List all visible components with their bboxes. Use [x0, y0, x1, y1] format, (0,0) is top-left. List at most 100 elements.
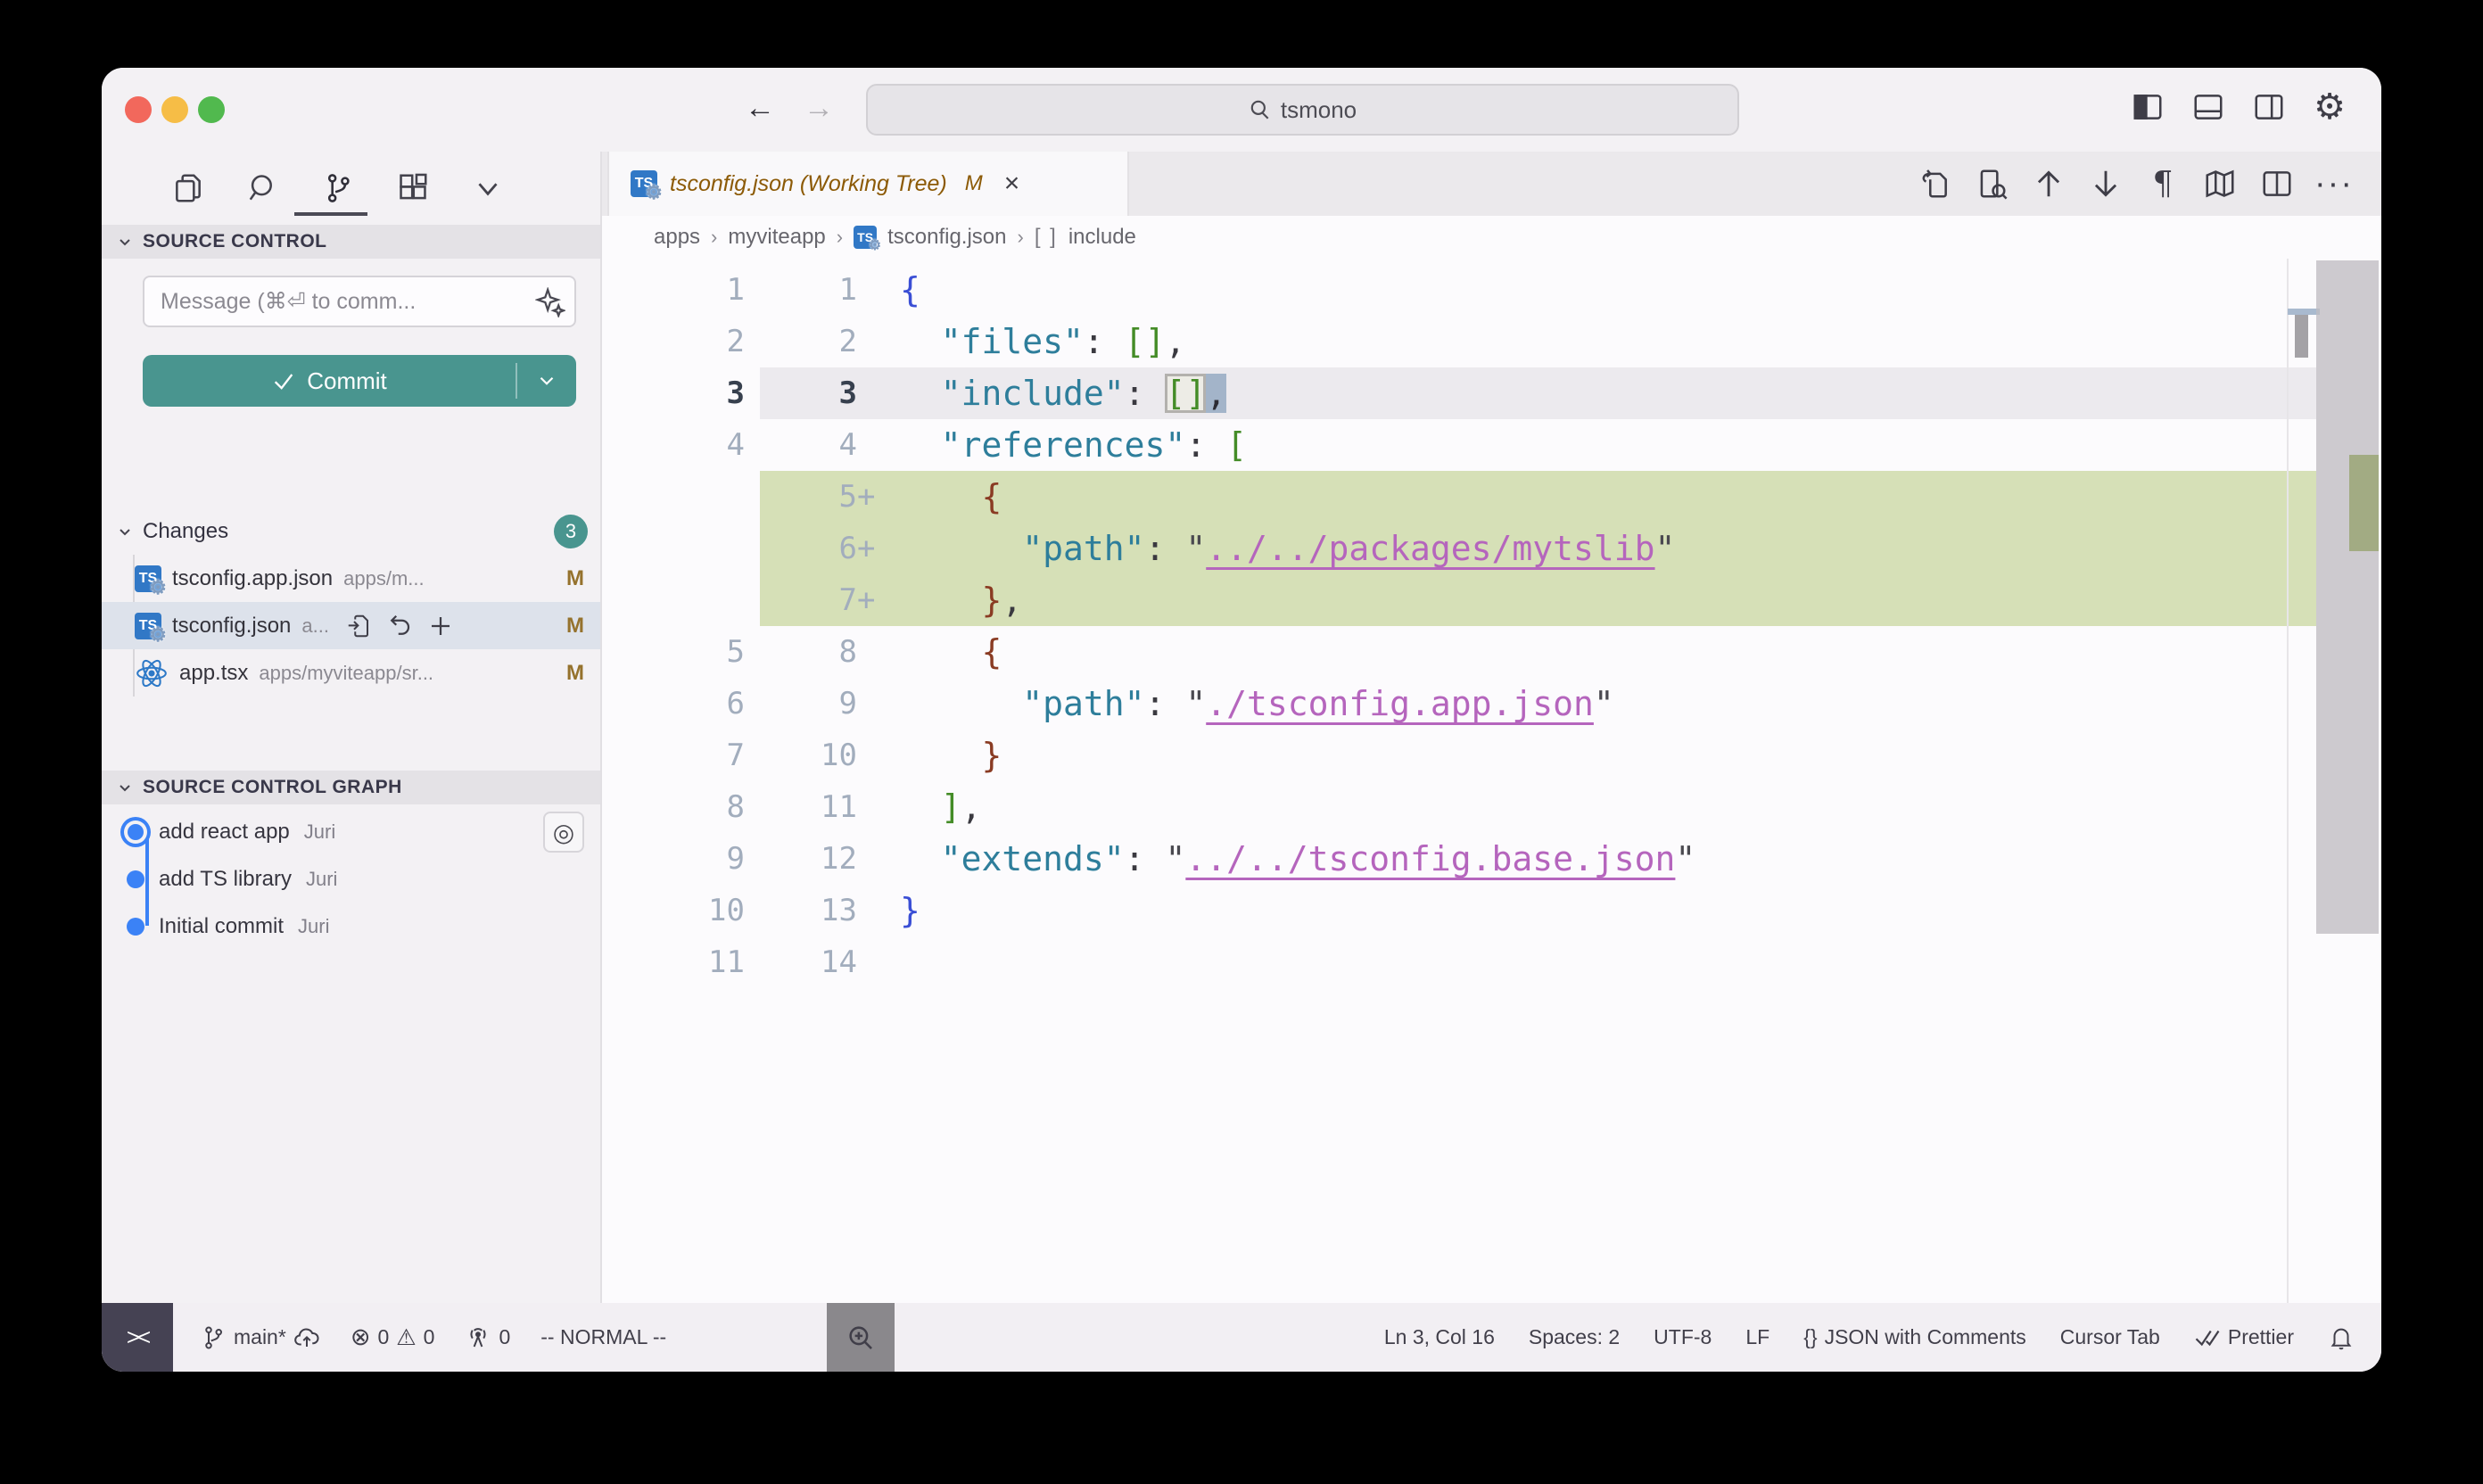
commit-author: Juri — [306, 868, 337, 891]
code-line[interactable]: 58 { — [602, 626, 2381, 678]
forward-arrow-icon[interactable]: → — [801, 91, 837, 126]
commit-dropdown-button[interactable] — [517, 369, 576, 392]
code-line[interactable]: 69 "path": "./tsconfig.app.json" — [602, 678, 2381, 730]
tab-close-icon[interactable]: × — [1004, 169, 1020, 199]
formatter-item[interactable]: Prettier — [2194, 1324, 2294, 1351]
code-line[interactable]: 912 "extends": "../../tsconfig.base.json… — [602, 833, 2381, 885]
back-arrow-icon[interactable]: ← — [742, 91, 778, 126]
tab-bar: TS⚙ tsconfig.json (Working Tree) M × — [602, 152, 2381, 216]
goto-current-commit-button[interactable]: ◎ — [543, 812, 584, 853]
code-line[interactable]: 7+ }, — [602, 574, 2381, 626]
original-line-number: 9 — [602, 833, 760, 885]
toggle-whitespace-icon[interactable]: ¶ — [2146, 167, 2180, 201]
toggle-primary-sidebar-icon[interactable] — [2130, 89, 2165, 125]
extensions-icon[interactable] — [396, 171, 430, 205]
discard-changes-icon[interactable] — [386, 613, 413, 639]
breadcrumb-include[interactable]: include — [1068, 225, 1136, 250]
code-line[interactable]: 1114 — [602, 936, 2381, 988]
source-control-graph-section-header[interactable]: SOURCE CONTROL GRAPH — [102, 771, 600, 804]
code-line[interactable]: 710 } — [602, 730, 2381, 781]
code-line[interactable]: 1013} — [602, 885, 2381, 936]
modified-line-number: 14 — [760, 936, 857, 988]
open-file-icon[interactable] — [345, 613, 372, 639]
problems-status-item[interactable]: ⊗ 0 ⚠ 0 — [351, 1323, 435, 1351]
diff-editor[interactable]: 11{22 "files": [],33 "include": [],44 "r… — [602, 259, 2381, 1303]
explorer-icon[interactable] — [171, 171, 205, 205]
commit-row[interactable]: add TS library Juri — [102, 855, 600, 903]
notifications-bell-icon[interactable] — [2328, 1324, 2355, 1351]
modified-line-number: 9 — [760, 678, 857, 730]
tab-label: tsconfig.json (Working Tree) — [670, 171, 947, 197]
modified-line-number: 7+ — [760, 574, 857, 626]
source-control-section-header[interactable]: SOURCE CONTROL — [102, 225, 600, 259]
ports-count: 0 — [499, 1325, 510, 1349]
commit-head-dot — [128, 824, 144, 840]
changes-header[interactable]: Changes 3 — [102, 512, 600, 551]
more-views-chevron-icon[interactable] — [471, 171, 505, 205]
code-text: { — [857, 264, 920, 316]
settings-gear-icon[interactable]: ⚙ — [2312, 89, 2347, 125]
change-row-app-tsx[interactable]: app.tsx apps/myviteapp/sr... M — [102, 649, 600, 697]
remote-indicator[interactable]: >< — [102, 1303, 173, 1372]
next-change-icon[interactable] — [2089, 167, 2123, 201]
command-center-search[interactable]: tsmono — [866, 84, 1739, 136]
encoding-item[interactable]: UTF-8 — [1654, 1325, 1712, 1349]
commit-message-input[interactable] — [143, 276, 576, 327]
modified-badge: M — [566, 661, 584, 686]
code-text: "references": [ — [857, 419, 1247, 471]
code-line[interactable]: 811 ], — [602, 781, 2381, 833]
close-traffic-light[interactable] — [125, 96, 152, 123]
open-changes-icon[interactable] — [1918, 167, 1951, 201]
code-text — [857, 936, 900, 988]
modified-line-number: 6+ — [760, 523, 857, 574]
code-line[interactable]: 33 "include": [], — [602, 367, 2381, 419]
breadcrumbs: apps › myviteapp › TS⚙ tsconfig.json › [… — [602, 216, 2381, 259]
search-view-icon[interactable] — [246, 171, 280, 205]
ports-status-item[interactable]: 0 — [465, 1324, 510, 1351]
commit-button[interactable]: Commit — [143, 355, 576, 407]
indentation-item[interactable]: Spaces: 2 — [1529, 1325, 1620, 1349]
editor-toolbar: ¶ ··· — [1918, 152, 2351, 216]
cursor-tab-item[interactable]: Cursor Tab — [2060, 1325, 2160, 1349]
commit-dot — [127, 870, 144, 888]
copilot-sparkle-icon[interactable] — [535, 287, 565, 317]
code-line[interactable]: 22 "files": [], — [602, 316, 2381, 367]
preview-icon[interactable] — [1975, 167, 2009, 201]
breadcrumb-tsconfig-json[interactable]: tsconfig.json — [887, 225, 1006, 250]
commit-row[interactable]: add react app Juri ◎ — [102, 808, 600, 855]
code-line[interactable]: 44 "references": [ — [602, 419, 2381, 471]
language-mode-item[interactable]: {} JSON with Comments — [1803, 1325, 2026, 1349]
vim-mode-indicator[interactable]: -- NORMAL -- — [540, 1325, 666, 1349]
tab-tsconfig-json-working-tree[interactable]: TS⚙ tsconfig.json (Working Tree) M × — [607, 152, 1129, 216]
minimize-traffic-light[interactable] — [161, 96, 188, 123]
branch-status-item[interactable]: main* — [200, 1324, 320, 1351]
map-icon[interactable] — [2203, 167, 2237, 201]
previous-change-icon[interactable] — [2032, 167, 2066, 201]
breadcrumb-apps[interactable]: apps — [654, 225, 700, 250]
typescript-file-icon: TS⚙ — [135, 565, 161, 592]
section-title: SOURCE CONTROL — [143, 231, 327, 252]
vertical-scrollbar[interactable] — [2316, 260, 2379, 934]
toggle-panel-icon[interactable] — [2190, 89, 2226, 125]
changes-label: Changes — [143, 519, 228, 544]
zoom-status-item[interactable] — [827, 1303, 895, 1372]
active-view-underline — [294, 212, 367, 216]
original-line-number: 7 — [602, 730, 760, 781]
commit-row[interactable]: Initial commit Juri — [102, 903, 600, 950]
cursor-position-item[interactable]: Ln 3, Col 16 — [1384, 1325, 1495, 1349]
change-row-tsconfig-app-json[interactable]: TS⚙ tsconfig.app.json apps/m... M — [102, 555, 600, 602]
zoom-traffic-light[interactable] — [198, 96, 225, 123]
screen: ← → tsmono ⚙ — [0, 0, 2483, 1484]
stage-changes-icon[interactable] — [427, 613, 454, 639]
code-line[interactable]: 11{ — [602, 264, 2381, 316]
eol-item[interactable]: LF — [1745, 1325, 1769, 1349]
breadcrumb-myviteapp[interactable]: myviteapp — [728, 225, 825, 250]
toggle-secondary-sidebar-icon[interactable] — [2251, 89, 2287, 125]
change-row-tsconfig-json[interactable]: TS⚙ tsconfig.json a... — [102, 602, 600, 649]
code-line[interactable]: 5+ { — [602, 471, 2381, 523]
split-editor-icon[interactable] — [2260, 167, 2294, 201]
more-actions-icon[interactable]: ··· — [2317, 167, 2351, 201]
modified-line-number: 1 — [760, 264, 857, 316]
source-control-icon[interactable] — [321, 171, 355, 205]
code-line[interactable]: 6+ "path": "../../packages/mytslib" — [602, 523, 2381, 574]
